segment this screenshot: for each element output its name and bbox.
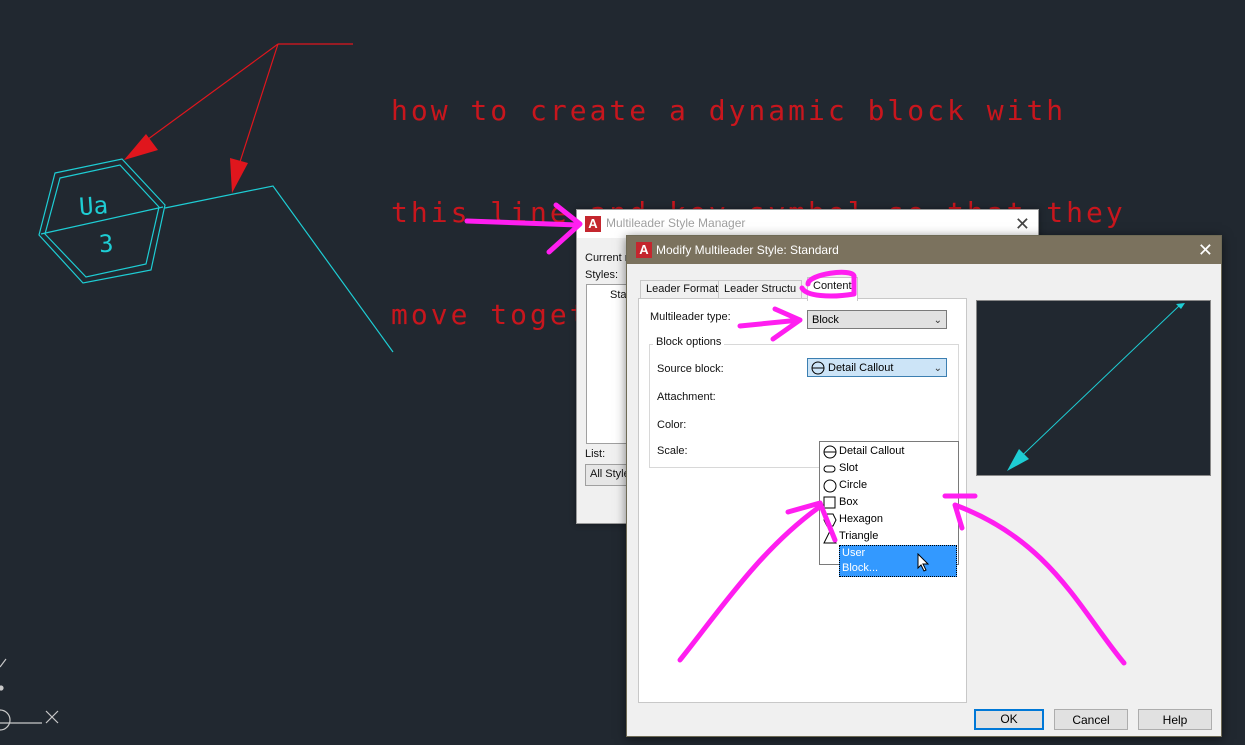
source-block-value: Detail Callout [828, 362, 894, 374]
list-filter-value: All Style [590, 468, 630, 480]
hexagon-icon [823, 513, 837, 527]
styles-list[interactable]: Star [586, 284, 630, 444]
list-filter-select[interactable]: All Style [585, 464, 630, 486]
help-button[interactable]: Help [1138, 709, 1212, 730]
option-label: Circle [839, 479, 868, 491]
modify-multileader-style-dialog[interactable]: A Modify Multileader Style: Standard ✕ L… [626, 235, 1222, 737]
cancel-button[interactable]: Cancel [1054, 709, 1128, 730]
detail-callout-icon [811, 361, 825, 375]
hexagon-key-symbol[interactable] [38, 158, 166, 284]
chevron-down-icon: ⌄ [933, 363, 942, 374]
close-icon[interactable]: ✕ [1015, 215, 1030, 233]
source-block-label: Source block: [657, 363, 724, 375]
dropdown-option-user-block[interactable]: User Block... [821, 545, 957, 577]
detail-callout-icon [823, 445, 837, 459]
multileader-type-label: Multileader type: [650, 311, 731, 323]
ok-button[interactable]: OK [974, 709, 1044, 730]
symbol-bottom-text: 3 [98, 229, 114, 258]
modify-titlebar[interactable]: A Modify Multileader Style: Standard ✕ [627, 236, 1221, 264]
autocad-logo-icon: A [585, 216, 601, 232]
dropdown-option-hexagon[interactable]: Hexagon [821, 511, 957, 528]
attachment-label: Attachment: [657, 391, 716, 403]
cyan-polyline[interactable] [164, 185, 394, 353]
modify-title: Modify Multileader Style: Standard [656, 243, 839, 257]
close-icon[interactable]: ✕ [1198, 241, 1213, 259]
multileader-type-select[interactable]: Block ⌄ [807, 310, 947, 329]
source-block-dropdown-list[interactable]: Detail Callout Slot Circle Box Hexagon T… [819, 441, 959, 577]
option-label: Slot [839, 462, 858, 474]
red-leader-annotation [124, 43, 353, 193]
dropdown-option-detail-callout[interactable]: Detail Callout [821, 443, 957, 460]
triangle-icon [823, 529, 837, 544]
option-label: User Block... [839, 545, 957, 577]
circle-icon [823, 479, 837, 493]
dropdown-option-box[interactable]: Box [821, 494, 957, 511]
option-label: Hexagon [839, 513, 884, 525]
manager-title: Multileader Style Manager [606, 216, 746, 230]
mouse-cursor-icon [917, 553, 930, 572]
leader-preview [976, 300, 1211, 476]
multileader-type-value: Block [812, 314, 839, 326]
chevron-down-icon: ⌄ [933, 315, 942, 326]
option-label: Detail Callout [839, 445, 905, 457]
slot-icon [823, 465, 836, 473]
ucs-icon [0, 658, 59, 731]
autocad-logo-icon: A [636, 242, 652, 258]
scale-label: Scale: [657, 445, 688, 457]
styles-label: Styles: [585, 269, 619, 281]
tab-content[interactable]: Content [807, 277, 858, 301]
source-block-select[interactable]: Detail Callout ⌄ [807, 358, 947, 377]
color-label: Color: [657, 419, 687, 431]
option-label: Box [839, 496, 858, 508]
dropdown-option-circle[interactable]: Circle [821, 477, 957, 494]
dropdown-option-slot[interactable]: Slot [821, 460, 957, 477]
box-icon [823, 496, 836, 509]
annotation-line: how to create a dynamic block with [391, 94, 1067, 127]
dropdown-option-triangle[interactable]: Triangle [821, 528, 957, 545]
list-label: List: [585, 448, 606, 460]
content-tab-panel: Multileader type: Block ⌄ Block options … [638, 298, 967, 703]
option-label: Triangle [839, 530, 879, 542]
block-options-label: Block options [653, 336, 725, 348]
manager-titlebar[interactable]: A Multileader Style Manager ✕ [577, 210, 1038, 238]
symbol-top-text: Ua [78, 191, 109, 221]
